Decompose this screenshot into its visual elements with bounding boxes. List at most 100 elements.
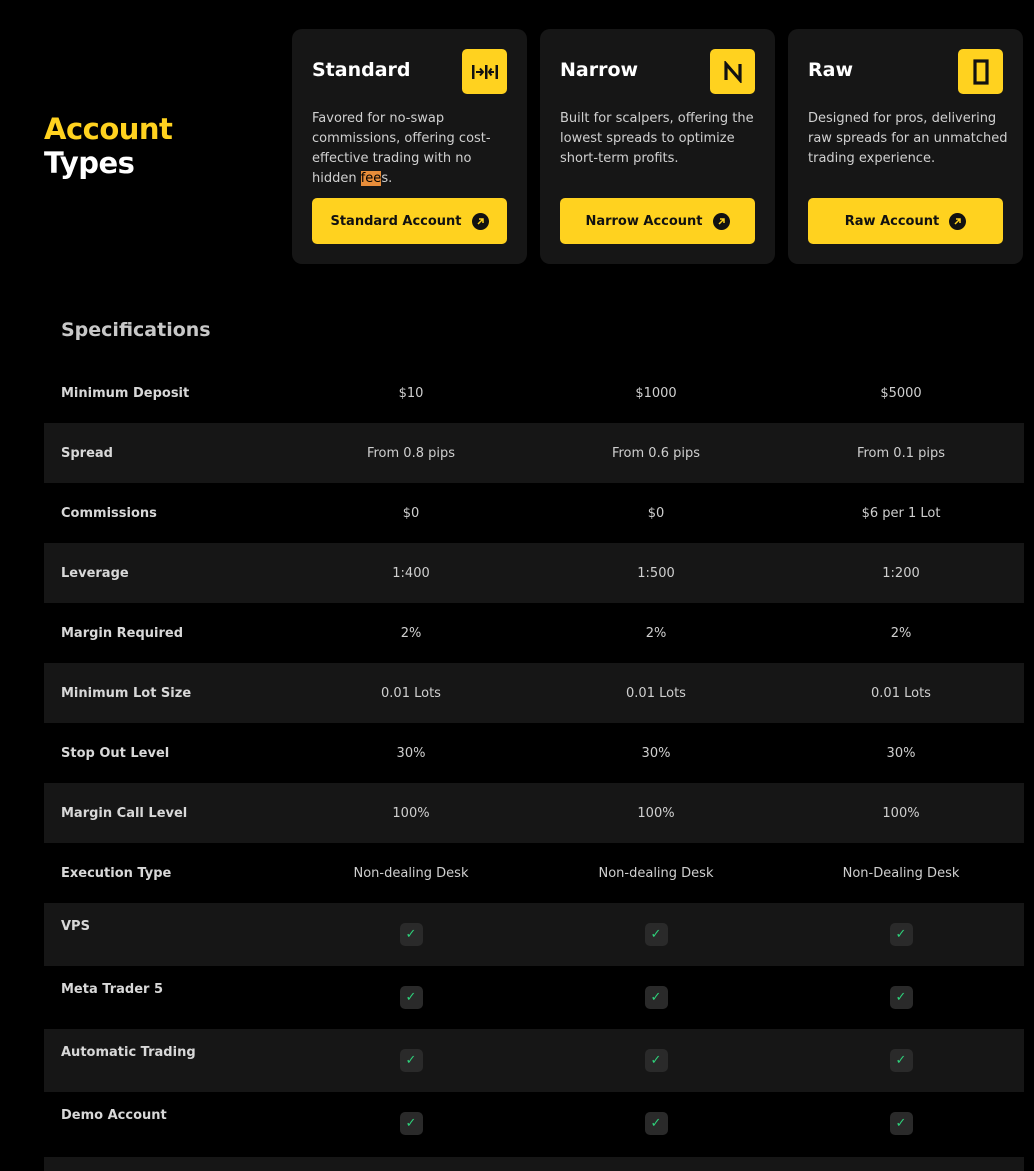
cell-value: ✓ bbox=[311, 986, 511, 1009]
table-row: Commissions $0 $0 $6 per 1 Lot bbox=[44, 483, 1024, 543]
checkmark-icon: ✓ bbox=[889, 923, 913, 946]
cell-value: $0 bbox=[402, 505, 420, 521]
cell-value: ✓ bbox=[801, 1112, 1001, 1135]
row-label: Minimum Deposit bbox=[61, 385, 190, 401]
specifications-table: Minimum Deposit $10 $1000 $5000 Spread From 0… bbox=[44, 363, 1024, 1155]
checkmark-icon: ✓ bbox=[399, 923, 423, 946]
row-label: Leverage bbox=[61, 565, 129, 581]
row-label: Execution Type bbox=[61, 865, 172, 881]
cell-value: ✓ bbox=[311, 923, 511, 946]
cell-value: ✓ bbox=[556, 923, 756, 946]
account-card-raw: Raw Designed for pros, delivering raw sp… bbox=[788, 29, 1023, 264]
cell-value: From 0.6 pips bbox=[611, 445, 701, 461]
cell-value: Non-dealing Desk bbox=[598, 865, 714, 881]
table-row: Demo Account ✓ ✓ ✓ bbox=[44, 1092, 1024, 1155]
cell-value: 1:500 bbox=[637, 565, 675, 581]
checkmark-icon: ✓ bbox=[644, 1049, 668, 1072]
checkmark-icon: ✓ bbox=[644, 986, 668, 1009]
checkmark-icon: ✓ bbox=[889, 1112, 913, 1135]
cell-value: 0.01 Lots bbox=[381, 685, 441, 701]
spread-compress-icon bbox=[462, 49, 507, 94]
cell-value: ✓ bbox=[556, 986, 756, 1009]
row-label: Margin Call Level bbox=[61, 805, 188, 821]
checkmark-icon: ✓ bbox=[889, 1049, 913, 1072]
account-description: Designed for pros, delivering raw spread… bbox=[808, 111, 1008, 166]
table-continuation bbox=[44, 1157, 1024, 1171]
account-card-standard: Standard Favored for no-swap commissions… bbox=[292, 29, 527, 264]
table-row: VPS ✓ ✓ ✓ bbox=[44, 903, 1024, 966]
row-label: Commissions bbox=[61, 505, 157, 521]
account-card-narrow: Narrow Built for scalpers, offering the … bbox=[540, 29, 775, 264]
checkmark-icon: ✓ bbox=[644, 923, 668, 946]
cell-value: ✓ bbox=[311, 1049, 511, 1072]
cell-value: ✓ bbox=[801, 923, 1001, 946]
account-name: Standard bbox=[312, 59, 411, 81]
cell-value: From 0.1 pips bbox=[856, 445, 946, 461]
cell-value: ✓ bbox=[311, 1112, 511, 1135]
cell-value: ✓ bbox=[801, 986, 1001, 1009]
narrow-account-button[interactable]: Narrow Account bbox=[560, 198, 755, 244]
arrow-up-right-icon bbox=[949, 212, 967, 230]
bar-rectangle-icon bbox=[958, 49, 1003, 94]
cell-value: Non-Dealing Desk bbox=[842, 865, 960, 881]
cell-value: 30% bbox=[886, 745, 916, 761]
table-row: Stop Out Level 30% 30% 30% bbox=[44, 723, 1024, 783]
cell-value: 100% bbox=[637, 805, 675, 821]
row-label: Minimum Lot Size bbox=[61, 685, 192, 701]
raw-account-button[interactable]: Raw Account bbox=[808, 198, 1003, 244]
table-row: Margin Call Level 100% 100% 100% bbox=[44, 783, 1024, 843]
cell-value: 1:200 bbox=[882, 565, 920, 581]
cell-value: 1:400 bbox=[392, 565, 430, 581]
row-label: VPS bbox=[61, 919, 90, 934]
row-label: Meta Trader 5 bbox=[61, 982, 163, 997]
cell-value: 30% bbox=[396, 745, 426, 761]
cell-value: 2% bbox=[645, 625, 667, 641]
row-label: Spread bbox=[61, 445, 113, 461]
cell-value: 2% bbox=[890, 625, 912, 641]
cell-value: $6 per 1 Lot bbox=[861, 505, 941, 521]
arrow-up-right-icon bbox=[712, 212, 730, 230]
checkmark-icon: ✓ bbox=[889, 986, 913, 1009]
heading-line-2: Types bbox=[44, 146, 135, 180]
specifications-title: Specifications bbox=[61, 319, 211, 341]
table-row: Execution Type Non-dealing Desk Non-dealin… bbox=[44, 843, 1024, 903]
account-name: Narrow bbox=[560, 59, 639, 81]
cell-value: $1000 bbox=[635, 385, 677, 401]
row-label: Demo Account bbox=[61, 1108, 167, 1123]
cell-value: ✓ bbox=[801, 1049, 1001, 1072]
account-description: Built for scalpers, offering the lowest … bbox=[560, 111, 754, 166]
checkmark-icon: ✓ bbox=[399, 1112, 423, 1135]
cell-value: ✓ bbox=[556, 1049, 756, 1072]
standard-account-button[interactable]: Standard Account bbox=[312, 198, 507, 244]
cell-value: $10 bbox=[398, 385, 424, 401]
section-heading: Account Types bbox=[44, 112, 173, 180]
table-row: Minimum Lot Size 0.01 Lots 0.01 Lots 0.01 L… bbox=[44, 663, 1024, 723]
cell-value: 100% bbox=[882, 805, 920, 821]
cell-value: $5000 bbox=[880, 385, 922, 401]
cell-value: Non-dealing Desk bbox=[353, 865, 469, 881]
table-row: Minimum Deposit $10 $1000 $5000 bbox=[44, 363, 1024, 423]
cell-value: 0.01 Lots bbox=[626, 685, 686, 701]
checkmark-icon: ✓ bbox=[399, 1049, 423, 1072]
table-row: Meta Trader 5 ✓ ✓ ✓ bbox=[44, 966, 1024, 1029]
cell-value: $0 bbox=[647, 505, 665, 521]
arrow-up-right-icon bbox=[471, 212, 489, 230]
table-row: Automatic Trading ✓ ✓ ✓ bbox=[44, 1029, 1024, 1092]
cell-value: 100% bbox=[392, 805, 430, 821]
cell-value: From 0.8 pips bbox=[366, 445, 456, 461]
row-label: Margin Required bbox=[61, 625, 184, 641]
table-row: Margin Required 2% 2% 2% bbox=[44, 603, 1024, 663]
checkmark-icon: ✓ bbox=[399, 986, 423, 1009]
cell-value: 2% bbox=[400, 625, 422, 641]
checkmark-icon: ✓ bbox=[644, 1112, 668, 1135]
account-name: Raw bbox=[808, 59, 854, 81]
row-label: Automatic Trading bbox=[61, 1045, 196, 1060]
highlighted-text: fee bbox=[360, 171, 382, 186]
cell-value: ✓ bbox=[556, 1112, 756, 1135]
table-row: Leverage 1:400 1:500 1:200 bbox=[44, 543, 1024, 603]
row-label: Stop Out Level bbox=[61, 745, 170, 761]
account-description: Favored for no-swap commissions, offerin… bbox=[312, 111, 491, 186]
heading-line-1: Account bbox=[44, 112, 173, 146]
cell-value: 0.01 Lots bbox=[871, 685, 931, 701]
letter-n-icon bbox=[710, 49, 755, 94]
